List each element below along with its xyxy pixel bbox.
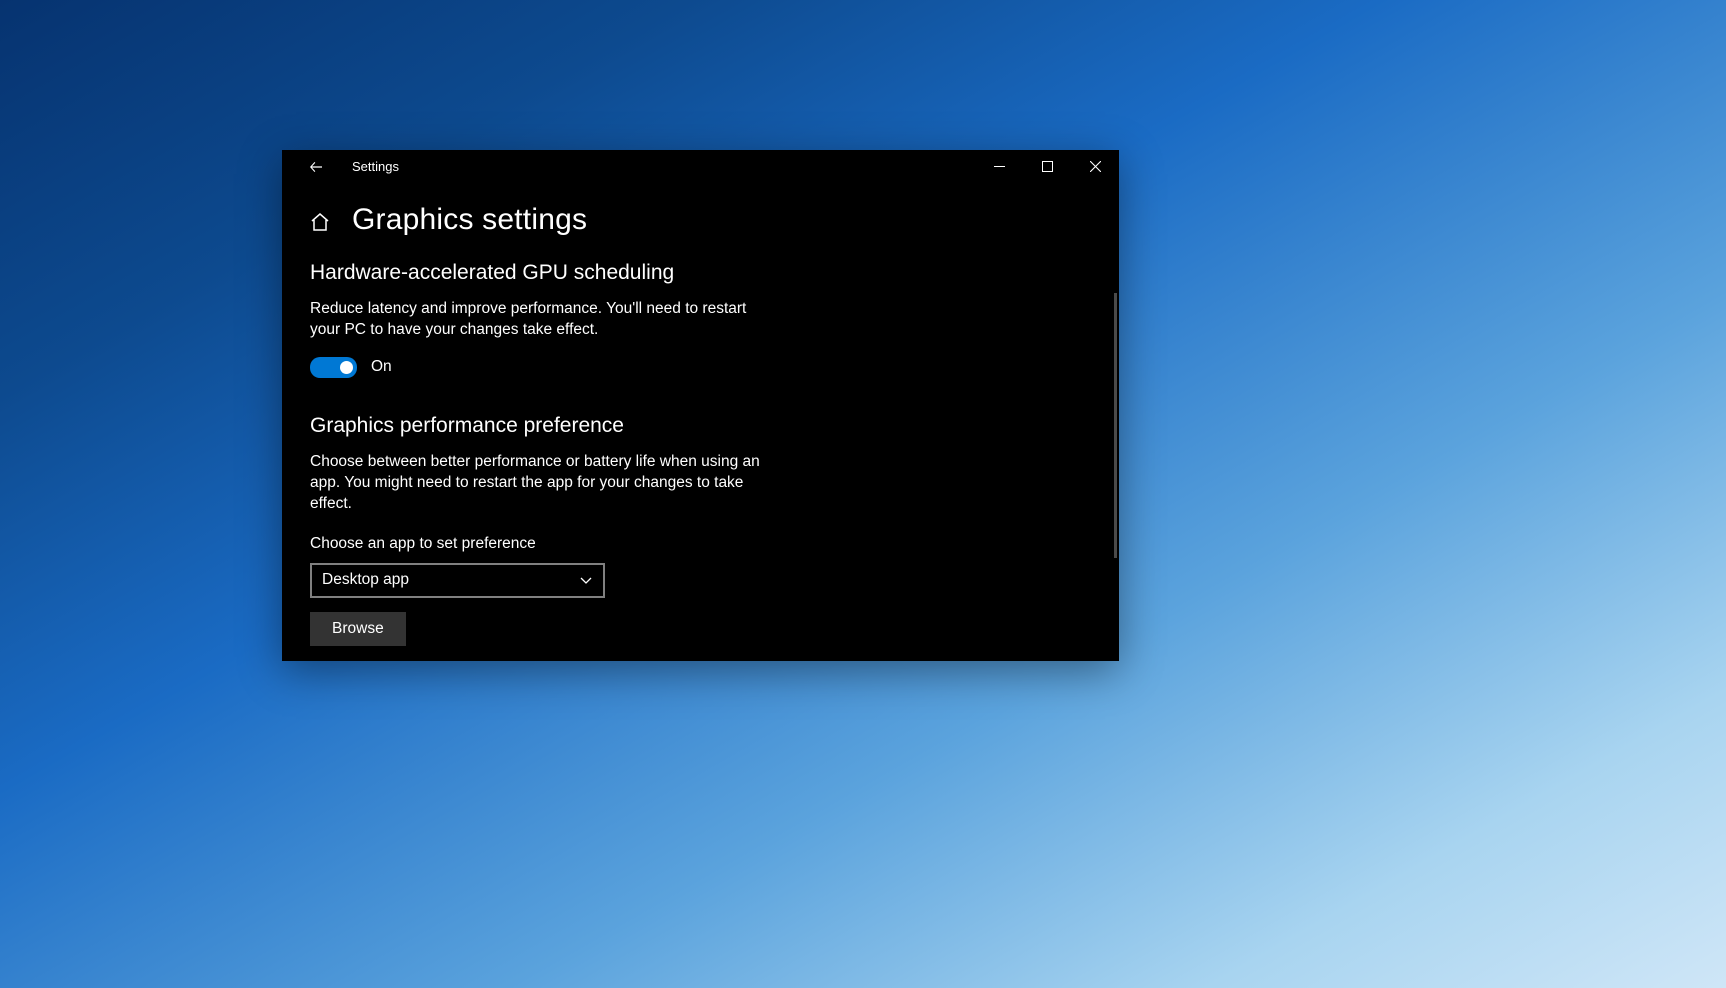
- minimize-icon: [994, 161, 1005, 172]
- minimize-button[interactable]: [975, 150, 1023, 183]
- scrollbar[interactable]: [1114, 293, 1117, 558]
- back-button[interactable]: [296, 150, 336, 183]
- dropdown-selected-value: Desktop app: [322, 571, 409, 589]
- gpu-scheduling-description: Reduce latency and improve performance. …: [310, 299, 770, 341]
- choose-app-label: Choose an app to set preference: [310, 535, 1091, 553]
- back-arrow-icon: [308, 159, 324, 175]
- maximize-button[interactable]: [1023, 150, 1071, 183]
- settings-window: Settings: [282, 150, 1119, 661]
- page-header: Graphics settings: [310, 203, 1091, 237]
- gpu-scheduling-toggle-label: On: [371, 358, 392, 376]
- performance-pref-description: Choose between better performance or bat…: [310, 452, 770, 515]
- performance-pref-heading: Graphics performance preference: [310, 414, 1091, 438]
- content-area: Graphics settings Hardware-accelerated G…: [282, 183, 1119, 661]
- app-type-dropdown[interactable]: Desktop app: [310, 563, 605, 598]
- maximize-icon: [1042, 161, 1053, 172]
- chevron-down-icon: [579, 573, 593, 587]
- gpu-scheduling-toggle-row: On: [310, 357, 1091, 378]
- close-icon: [1090, 161, 1101, 172]
- gpu-scheduling-heading: Hardware-accelerated GPU scheduling: [310, 261, 1091, 285]
- gpu-scheduling-toggle[interactable]: [310, 357, 357, 378]
- home-icon: [310, 212, 330, 232]
- close-button[interactable]: [1071, 150, 1119, 183]
- page-title: Graphics settings: [352, 203, 587, 237]
- browse-button[interactable]: Browse: [310, 612, 406, 646]
- home-button[interactable]: [310, 212, 330, 232]
- titlebar: Settings: [282, 150, 1119, 183]
- toggle-thumb: [340, 361, 353, 374]
- window-controls: [975, 150, 1119, 183]
- window-title: Settings: [352, 159, 399, 174]
